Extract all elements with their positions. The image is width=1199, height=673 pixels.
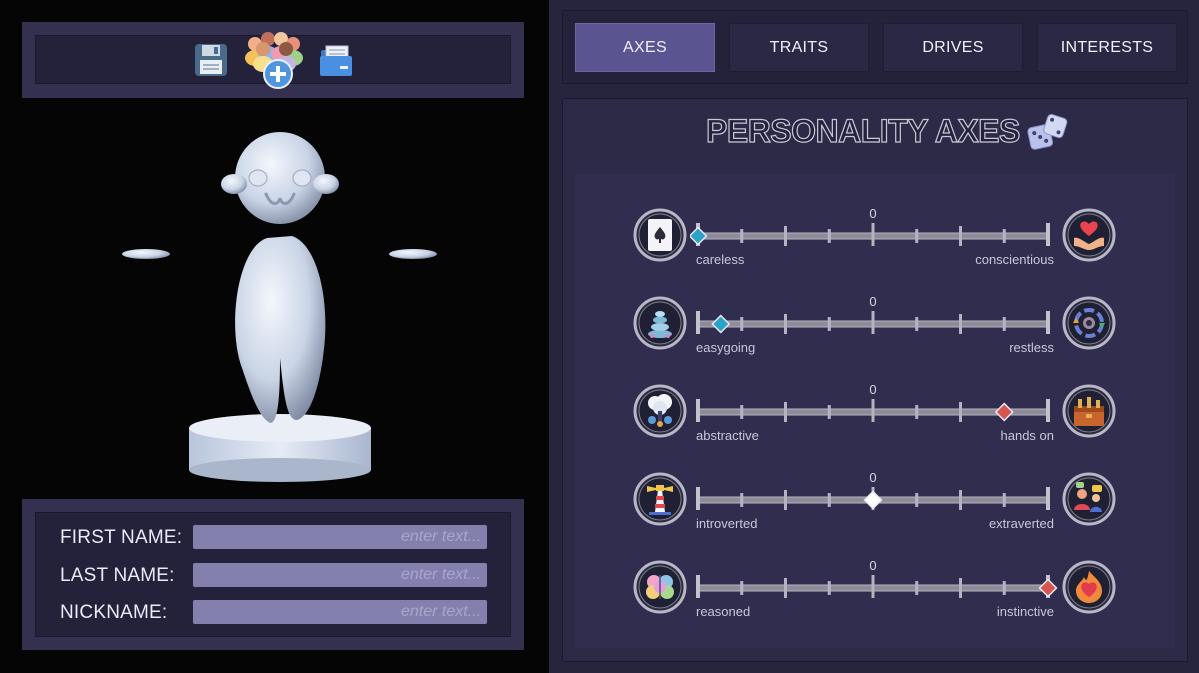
tab-axes[interactable]: AXES <box>575 23 715 72</box>
personality-panel: AXES TRAITS DRIVES INTERESTS PERSONALITY… <box>549 0 1199 673</box>
dice-icon[interactable] <box>1026 112 1068 152</box>
thought-tree-icon <box>633 384 687 438</box>
nickname-input[interactable] <box>193 600 487 624</box>
name-form-frame: FIRST NAME: LAST NAME: NICKNAME: <box>22 499 524 650</box>
axis-row: 0 careless conscientious <box>575 174 1175 267</box>
brain-icon <box>633 560 687 614</box>
axis-left-label: reasoned <box>696 604 751 619</box>
axis-slider[interactable]: 0 <box>690 460 1060 513</box>
last-name-row: LAST NAME: <box>36 563 512 589</box>
lighthouse-icon <box>633 472 687 526</box>
tab-bar: AXES TRAITS DRIVES INTERESTS <box>562 10 1188 84</box>
first-name-input[interactable] <box>193 525 487 549</box>
tab-interests[interactable]: INTERESTS <box>1037 23 1177 72</box>
axis-slider[interactable]: 0 <box>690 548 1060 601</box>
fire-heart-icon <box>1062 560 1116 614</box>
heart-hands-icon <box>1062 208 1116 262</box>
axis-slider[interactable]: 0 <box>688 196 1060 249</box>
axis-row: 0 introverted extraverted <box>575 438 1175 531</box>
add-crowd-icon[interactable] <box>241 30 307 92</box>
svg-text:0: 0 <box>869 294 876 309</box>
svg-text:0: 0 <box>869 382 876 397</box>
character-preview-viewport[interactable] <box>22 98 524 498</box>
nickname-label: NICKNAME: <box>60 602 168 623</box>
toolbar <box>35 32 511 89</box>
axes-panel: PERSONALITY AXES 0 careless conscientious 0… <box>562 98 1188 662</box>
axes-list: 0 careless conscientious 0 easygoing restless… <box>575 174 1175 648</box>
nickname-row: NICKNAME: <box>36 600 512 626</box>
axis-right-label: instinctive <box>996 604 1054 619</box>
floppy-disk-icon[interactable] <box>194 43 228 77</box>
gear-cycle-icon <box>1062 296 1116 350</box>
last-name-label: LAST NAME: <box>60 565 175 586</box>
first-name-label: FIRST NAME: <box>60 527 183 548</box>
axis-row: 0 abstractive hands on <box>575 350 1175 443</box>
tab-traits[interactable]: TRAITS <box>729 23 869 72</box>
svg-text:0: 0 <box>869 206 876 221</box>
folder-icon[interactable] <box>318 44 354 78</box>
last-name-input[interactable] <box>193 563 487 587</box>
character-model <box>122 132 437 482</box>
first-name-row: FIRST NAME: <box>36 525 512 551</box>
axis-row: 0 reasoned instinctive <box>575 526 1175 619</box>
svg-text:0: 0 <box>869 470 876 485</box>
axis-slider[interactable]: 0 <box>690 284 1060 337</box>
toolbar-frame <box>22 22 524 98</box>
axis-row: 0 easygoing restless <box>575 262 1175 355</box>
axis-slider[interactable]: 0 <box>690 372 1060 425</box>
stacked-stones-icon <box>633 296 687 350</box>
spade-card-icon <box>633 208 687 262</box>
tab-drives[interactable]: DRIVES <box>883 23 1023 72</box>
name-form: FIRST NAME: LAST NAME: NICKNAME: <box>35 512 511 637</box>
character-editor-panel: FIRST NAME: LAST NAME: NICKNAME: <box>0 0 549 673</box>
toolbox-icon <box>1062 384 1116 438</box>
people-talk-icon <box>1062 472 1116 526</box>
svg-text:0: 0 <box>869 558 876 573</box>
panel-title: PERSONALITY AXES <box>705 112 1021 149</box>
